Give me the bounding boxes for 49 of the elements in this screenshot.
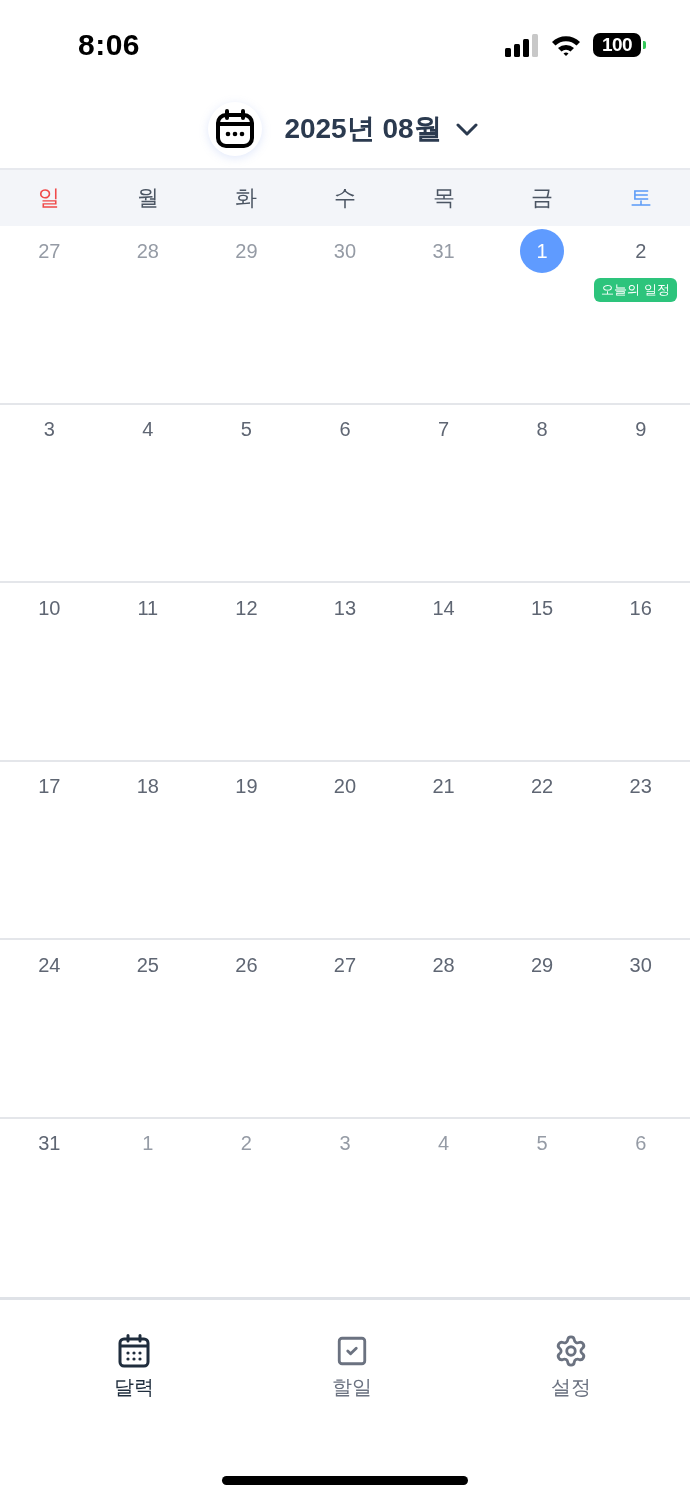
date-number[interactable]: 16 (618, 586, 663, 630)
date-number[interactable]: 30 (618, 943, 663, 987)
date-number[interactable]: 29 (520, 943, 565, 987)
weekday-label: 월 (136, 184, 159, 212)
date-number[interactable]: 19 (224, 764, 269, 809)
weekday-label: 수 (334, 184, 356, 212)
date-number[interactable]: 31 (27, 1121, 72, 1166)
date-number[interactable]: 6 (323, 407, 367, 452)
date-number[interactable]: 21 (421, 764, 466, 809)
wifi-icon (551, 34, 581, 56)
date-number[interactable]: 28 (421, 943, 466, 987)
month-picker-button[interactable]: 2025년 08월 (284, 110, 478, 148)
signal-icon (505, 33, 539, 57)
date-number[interactable]: 26 (224, 943, 269, 987)
date-number[interactable]: 24 (27, 943, 72, 987)
status-time: 8:06 (78, 28, 141, 62)
date-number[interactable]: 27 (323, 943, 367, 987)
date-number[interactable]: 18 (125, 764, 170, 809)
date-number[interactable]: 22 (520, 764, 565, 809)
date-number[interactable]: 9 (618, 407, 663, 452)
date-number[interactable]: 14 (421, 586, 466, 630)
calendar-icon (208, 102, 263, 156)
weekday-label: 토 (629, 184, 652, 212)
date-number[interactable]: 3 (27, 407, 72, 452)
date-number[interactable]: 25 (125, 943, 170, 987)
date-number[interactable]: 11 (125, 586, 170, 630)
date-number[interactable]: 8 (520, 407, 565, 452)
date-number[interactable]: 4 (125, 407, 170, 452)
tab[interactable]: 할일 (332, 1334, 373, 1401)
date-number[interactable]: 12 (224, 586, 269, 630)
tab[interactable]: 달력 (114, 1334, 155, 1401)
weekday-label: 화 (235, 184, 258, 212)
date-number[interactable]: 23 (618, 764, 663, 809)
weekday-label: 목 (432, 184, 455, 212)
date-number[interactable]: 15 (520, 586, 565, 630)
weekday-label: 금 (531, 184, 554, 212)
calendar-icon (118, 1334, 151, 1368)
date-number[interactable]: 10 (27, 586, 72, 630)
date-number[interactable]: 17 (27, 764, 72, 809)
battery-indicator: 100 (593, 33, 646, 57)
date-number[interactable]: 20 (323, 764, 367, 809)
event-badge: 오늘의 일정 (594, 278, 677, 302)
date-number[interactable]: 5 (224, 407, 269, 452)
date-number[interactable]: 7 (421, 407, 466, 452)
chevron-down-icon (455, 122, 478, 136)
weekday-label: 일 (38, 184, 61, 212)
tab[interactable]: 설정 (550, 1334, 591, 1401)
date-number[interactable]: 2 (618, 229, 663, 273)
date-number[interactable]: 13 (323, 586, 367, 630)
